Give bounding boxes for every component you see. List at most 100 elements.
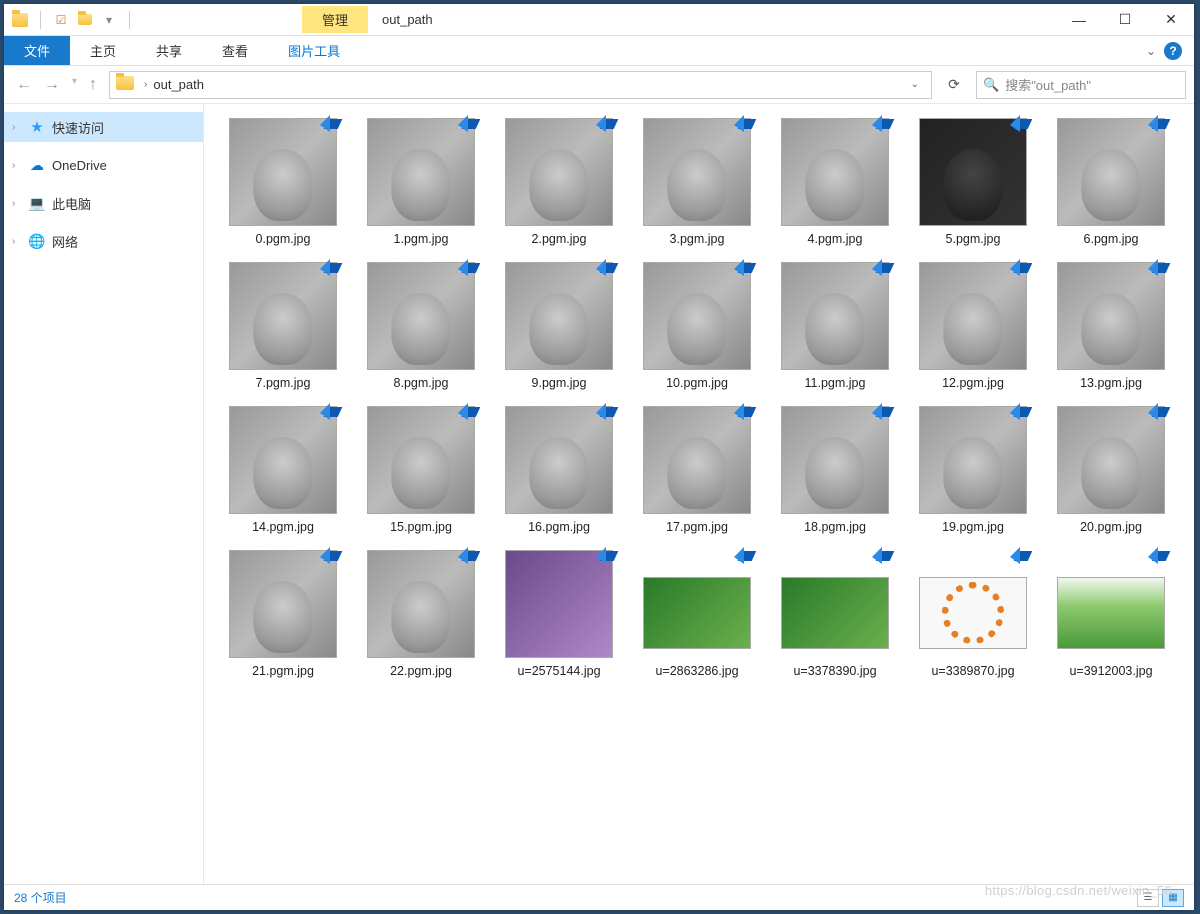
help-icon[interactable]: ? bbox=[1164, 42, 1182, 60]
file-item[interactable]: 11.pgm.jpg bbox=[766, 260, 904, 392]
file-name-label: 2.pgm.jpg bbox=[532, 232, 587, 246]
close-button[interactable]: ✕ bbox=[1148, 4, 1194, 36]
contextual-tab-manage[interactable]: 管理 bbox=[302, 6, 368, 33]
tab-share[interactable]: 共享 bbox=[136, 36, 202, 65]
file-name-label: u=3378390.jpg bbox=[793, 664, 876, 678]
shortcut-overlay-icon bbox=[1142, 547, 1168, 573]
file-item[interactable]: 0.pgm.jpg bbox=[214, 116, 352, 248]
navigation-bar: ← → ▾ ↑ › out_path ⌄ ⟳ 🔍 搜索"out_path" bbox=[4, 66, 1194, 104]
chevron-right-icon[interactable]: › bbox=[12, 236, 22, 247]
chevron-right-icon[interactable]: › bbox=[12, 198, 22, 209]
file-item[interactable]: 3.pgm.jpg bbox=[628, 116, 766, 248]
file-name-label: u=2863286.jpg bbox=[655, 664, 738, 678]
explorer-window: ☑ ▾ 管理 out_path — ☐ ✕ 文件 主页 共享 查看 图片工具 ⌄… bbox=[4, 4, 1194, 910]
file-item[interactable]: u=3389870.jpg bbox=[904, 548, 1042, 680]
file-item[interactable]: u=2863286.jpg bbox=[628, 548, 766, 680]
file-item[interactable]: 13.pgm.jpg bbox=[1042, 260, 1180, 392]
tab-picture-tools[interactable]: 图片工具 bbox=[268, 36, 360, 65]
file-item[interactable]: 15.pgm.jpg bbox=[352, 404, 490, 536]
new-folder-icon[interactable] bbox=[77, 12, 93, 28]
shortcut-overlay-icon bbox=[728, 547, 754, 573]
file-grid: 0.pgm.jpg1.pgm.jpg 2.pgm.jpg 3.pgm.jpg 4.pg… bbox=[214, 116, 1184, 680]
minimize-button[interactable]: — bbox=[1056, 4, 1102, 36]
search-icon: 🔍 bbox=[983, 77, 999, 93]
file-item[interactable]: 1.pgm.jpg bbox=[352, 116, 490, 248]
navigation-pane: ›★快速访问›☁OneDrive›💻此电脑›🌐网络 bbox=[4, 104, 204, 884]
thumb-wrap bbox=[505, 262, 613, 370]
back-button[interactable]: ← bbox=[16, 76, 32, 94]
thumb-wrap bbox=[229, 118, 337, 226]
file-name-label: 4.pgm.jpg bbox=[808, 232, 863, 246]
file-item[interactable]: 16.pgm.jpg bbox=[490, 404, 628, 536]
search-input[interactable]: 🔍 搜索"out_path" bbox=[976, 71, 1186, 99]
thumb-wrap bbox=[919, 550, 1027, 658]
sidebar-item-pc[interactable]: ›💻此电脑 bbox=[4, 188, 203, 218]
sidebar-item-cloud[interactable]: ›☁OneDrive bbox=[4, 150, 203, 180]
properties-icon[interactable]: ☑ bbox=[53, 12, 69, 28]
tab-home[interactable]: 主页 bbox=[70, 36, 136, 65]
ribbon-collapse-icon[interactable]: ⌄ bbox=[1146, 44, 1156, 58]
breadcrumb-segment[interactable]: out_path bbox=[151, 77, 206, 92]
thumb-wrap bbox=[229, 550, 337, 658]
file-name-label: 21.pgm.jpg bbox=[252, 664, 314, 678]
file-name-label: 3.pgm.jpg bbox=[670, 232, 725, 246]
file-name-label: u=2575144.jpg bbox=[517, 664, 600, 678]
file-name-label: 18.pgm.jpg bbox=[804, 520, 866, 534]
file-item[interactable]: 18.pgm.jpg bbox=[766, 404, 904, 536]
file-item[interactable]: 19.pgm.jpg bbox=[904, 404, 1042, 536]
file-name-label: u=3389870.jpg bbox=[931, 664, 1014, 678]
sidebar-item-net[interactable]: › 🌐 网络 bbox=[4, 226, 203, 256]
file-item[interactable]: 14.pgm.jpg bbox=[214, 404, 352, 536]
up-button[interactable]: ↑ bbox=[89, 76, 97, 94]
file-name-label: 22.pgm.jpg bbox=[390, 664, 452, 678]
file-name-label: 13.pgm.jpg bbox=[1080, 376, 1142, 390]
net-icon: 🌐 bbox=[28, 232, 46, 250]
thumb-wrap bbox=[781, 550, 889, 658]
tab-view[interactable]: 查看 bbox=[202, 36, 268, 65]
file-item[interactable]: 8.pgm.jpg bbox=[352, 260, 490, 392]
file-item[interactable]: u=2575144.jpg bbox=[490, 548, 628, 680]
maximize-button[interactable]: ☐ bbox=[1102, 4, 1148, 36]
file-item[interactable]: 5.pgm.jpg bbox=[904, 116, 1042, 248]
file-item[interactable]: 2.pgm.jpg bbox=[490, 116, 628, 248]
file-name-label: 6.pgm.jpg bbox=[1084, 232, 1139, 246]
separator bbox=[40, 11, 41, 29]
refresh-button[interactable]: ⟳ bbox=[940, 71, 968, 99]
file-item[interactable]: 7.pgm.jpg bbox=[214, 260, 352, 392]
recent-dropdown-icon[interactable]: ▾ bbox=[72, 76, 77, 94]
file-name-label: 12.pgm.jpg bbox=[942, 376, 1004, 390]
file-name-label: 15.pgm.jpg bbox=[390, 520, 452, 534]
thumb-wrap bbox=[367, 406, 475, 514]
dropdown-icon[interactable]: ▾ bbox=[101, 12, 117, 28]
sidebar-item-star[interactable]: ›★快速访问 bbox=[4, 112, 203, 142]
file-name-label: 14.pgm.jpg bbox=[252, 520, 314, 534]
separator bbox=[129, 11, 130, 29]
thumb-wrap bbox=[781, 406, 889, 514]
file-item[interactable]: 4.pgm.jpg bbox=[766, 116, 904, 248]
thumb-wrap bbox=[1057, 550, 1165, 658]
file-item[interactable]: 9.pgm.jpg bbox=[490, 260, 628, 392]
address-bar[interactable]: › out_path ⌄ bbox=[109, 71, 932, 99]
file-tab[interactable]: 文件 bbox=[4, 36, 70, 65]
chevron-right-icon[interactable]: › bbox=[12, 160, 22, 171]
content-pane[interactable]: 0.pgm.jpg1.pgm.jpg 2.pgm.jpg 3.pgm.jpg 4.pg… bbox=[204, 104, 1194, 884]
forward-button[interactable]: → bbox=[44, 76, 60, 94]
file-item[interactable]: u=3912003.jpg bbox=[1042, 548, 1180, 680]
file-item[interactable]: u=3378390.jpg bbox=[766, 548, 904, 680]
file-item[interactable]: 17.pgm.jpg bbox=[628, 404, 766, 536]
address-dropdown-icon[interactable]: ⌄ bbox=[905, 79, 925, 90]
thumb-wrap bbox=[505, 118, 613, 226]
chevron-right-icon[interactable]: › bbox=[140, 79, 151, 90]
pc-icon: 💻 bbox=[28, 194, 46, 212]
file-item[interactable]: 10.pgm.jpg bbox=[628, 260, 766, 392]
file-item[interactable]: 22.pgm.jpg bbox=[352, 548, 490, 680]
titlebar: ☑ ▾ 管理 out_path — ☐ ✕ bbox=[4, 4, 1194, 36]
file-item[interactable]: 6.pgm.jpg bbox=[1042, 116, 1180, 248]
sidebar-item-label: 网络 bbox=[52, 232, 78, 251]
chevron-right-icon[interactable]: › bbox=[12, 122, 22, 133]
star-icon: ★ bbox=[28, 118, 46, 136]
file-item[interactable]: 12.pgm.jpg bbox=[904, 260, 1042, 392]
file-item[interactable]: 21.pgm.jpg bbox=[214, 548, 352, 680]
thumb-wrap bbox=[229, 262, 337, 370]
file-item[interactable]: 20.pgm.jpg bbox=[1042, 404, 1180, 536]
